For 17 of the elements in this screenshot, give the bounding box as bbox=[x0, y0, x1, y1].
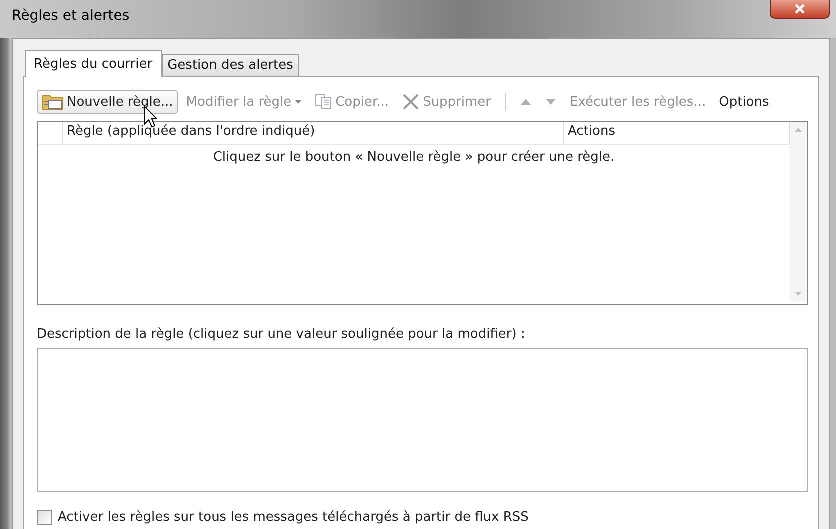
caret-icon bbox=[294, 100, 302, 104]
window-title: Règles et alertes bbox=[12, 8, 130, 24]
empty-list-message: Cliquez sur le bouton « Nouvelle règle » pour créer une règle. bbox=[212, 150, 616, 165]
delete-icon bbox=[402, 93, 420, 111]
close-button[interactable] bbox=[770, 0, 830, 19]
down-arrow-icon bbox=[545, 98, 558, 106]
description-label: Description de la règle (cliquez sur une valeur soulignée pour la modifier) : bbox=[37, 327, 526, 342]
tab[interactable]: Gestion des alertes bbox=[162, 54, 300, 76]
folder-icon bbox=[42, 93, 64, 111]
copy-icon bbox=[314, 94, 333, 110]
checkbox-label: Activer les règles sur tous les messages téléchargés à partir de flux RSS bbox=[58, 510, 529, 525]
toolbar-button[interactable]: Nouvelle règle... bbox=[37, 90, 178, 114]
tab[interactable]: Règles du courrier bbox=[25, 50, 162, 77]
close-icon bbox=[794, 4, 806, 14]
checkbox[interactable] bbox=[37, 510, 52, 525]
toolbar-button[interactable]: Options bbox=[714, 90, 774, 114]
up-arrow-icon bbox=[520, 98, 532, 106]
